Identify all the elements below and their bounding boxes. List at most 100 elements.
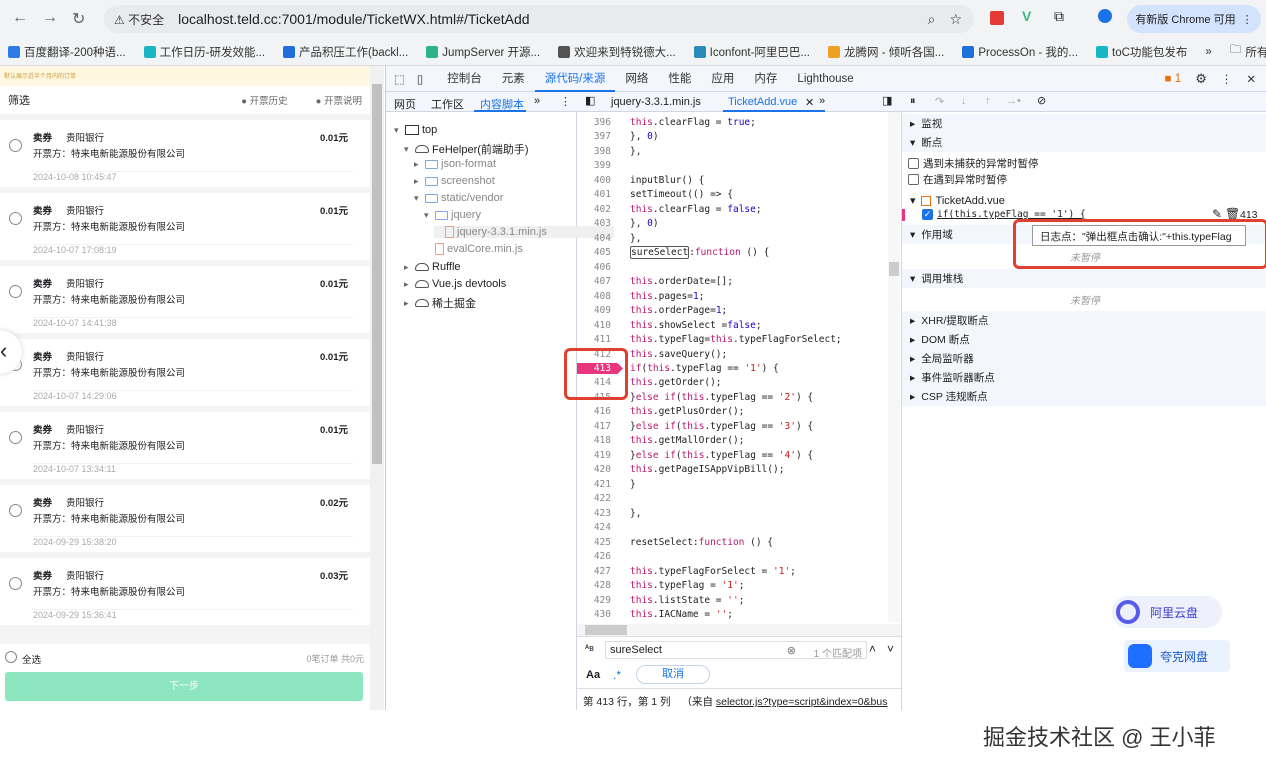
more-icon[interactable]: ⋮ — [1221, 72, 1233, 86]
tree-item[interactable]: ▸ screenshot — [414, 175, 495, 187]
step-out-icon[interactable]: ↑ — [985, 95, 991, 107]
line-number[interactable]: 416 — [577, 406, 611, 417]
address-bar[interactable]: ⚠ 不安全 localhost.teld.cc:7001/module/Tick… — [104, 5, 974, 33]
line-number[interactable]: 426 — [577, 551, 611, 562]
tree-item[interactable]: ▸ Ruffle — [404, 261, 461, 273]
forward-icon[interactable]: → — [42, 9, 58, 27]
order-radio[interactable] — [9, 504, 22, 517]
horizontal-scrollbar[interactable] — [577, 624, 901, 636]
file-tab-ticketadd[interactable]: TicketAdd.vue — [728, 96, 797, 108]
section-event-listeners[interactable]: ▸ 事件监听器断点 — [902, 368, 1266, 387]
extensions-icon[interactable]: ⧉ — [1054, 8, 1064, 25]
bookmark-item[interactable]: Iconfont-阿里巴巴... — [693, 44, 810, 60]
expand-arrow-icon[interactable]: ▾ — [414, 193, 422, 204]
reload-icon[interactable]: ↻ — [72, 9, 85, 29]
section-csp[interactable]: ▸ CSP 违规断点 — [902, 387, 1266, 406]
bookmark-item[interactable]: 产品积压工作(backl... — [283, 44, 408, 60]
devtools-tab[interactable]: 源代码/来源 — [534, 66, 616, 92]
order-item[interactable]: 卖券 贵阳银行 开票方：特来电新能源股份有限公司 0.02元 2024-09-29… — [0, 485, 370, 552]
breakpoint-file-group[interactable]: ▾ TicketAdd.vue — [910, 194, 1005, 208]
line-number[interactable]: 425 — [577, 537, 611, 548]
back-icon[interactable]: ← — [12, 9, 28, 27]
pause-icon[interactable]: ⏸ — [910, 95, 916, 108]
zoom-search-icon[interactable]: ⌕ — [928, 11, 936, 28]
order-item[interactable]: 卖券 贵阳银行 开票方：特来电新能源股份有限公司 0.01元 2024-10-07… — [0, 193, 370, 260]
expand-arrow-icon[interactable]: ▸ — [404, 262, 412, 273]
insecure-badge[interactable]: ⚠ 不安全 — [114, 11, 164, 28]
menu-icon[interactable]: ⋮ — [1242, 13, 1253, 26]
order-item[interactable]: 卖券 贵阳银行 开票方：特来电新能源股份有限公司 0.01元 2024-10-07… — [0, 339, 370, 406]
chrome-update-button[interactable]: 有新版 Chrome 可用 ⋮ — [1127, 5, 1261, 33]
order-radio[interactable] — [9, 431, 22, 444]
devtools-tab[interactable]: 元素 — [492, 66, 535, 92]
line-number[interactable]: 428 — [577, 580, 611, 591]
source-link[interactable]: selector.js?type=script&index=0&bus — [716, 696, 888, 708]
app-scrollbar[interactable] — [370, 66, 384, 710]
line-number[interactable]: 408 — [577, 291, 611, 302]
explain-link[interactable]: ● 开票说明 — [316, 93, 362, 107]
settings-gear-icon[interactable]: ⚙ — [1195, 71, 1207, 87]
match-case-button[interactable]: Aa — [586, 669, 600, 681]
nav-tab-page[interactable]: 网页 — [394, 96, 416, 112]
all-bookmarks[interactable]: 🗀所有书签 — [1230, 42, 1266, 61]
tree-item[interactable]: ▸ 稀土掘金 — [404, 295, 476, 311]
search-input[interactable]: sureSelect ⊗ 1 个匹配项 — [605, 641, 867, 660]
line-number[interactable]: 407 — [577, 276, 611, 287]
line-number[interactable]: 420 — [577, 464, 611, 475]
devtools-tab[interactable]: Lighthouse — [787, 66, 863, 92]
line-number[interactable]: 421 — [577, 479, 611, 490]
order-item[interactable]: 卖券 贵阳银行 开票方：特来电新能源股份有限公司 0.01元 2024-10-08… — [0, 120, 370, 187]
line-number[interactable]: 406 — [577, 262, 611, 273]
order-item[interactable]: 卖券 贵阳银行 开票方：特来电新能源股份有限公司 0.03元 2024-09-29… — [0, 558, 370, 625]
tree-item[interactable]: ▸ json-format — [414, 158, 496, 170]
device-toggle-icon[interactable]: ▯ — [413, 72, 437, 86]
line-number[interactable]: 418 — [577, 435, 611, 446]
previous-match-icon[interactable]: ˄ — [869, 642, 876, 656]
quark-drive-widget[interactable]: 夸克网盘 — [1124, 640, 1230, 672]
aliyun-drive-widget[interactable]: 阿里云盘 — [1112, 596, 1222, 628]
order-radio[interactable] — [9, 139, 22, 152]
line-number[interactable]: 398 — [577, 146, 611, 157]
line-number[interactable]: 405 — [577, 247, 611, 258]
line-number[interactable]: 402 — [577, 204, 611, 215]
bookmark-item[interactable]: 百度翻译-200种语... — [8, 44, 126, 60]
line-number[interactable]: 424 — [577, 522, 611, 533]
editor-scrollbar[interactable] — [888, 112, 900, 622]
order-radio[interactable] — [9, 577, 22, 590]
clear-search-icon[interactable]: ⊗ — [787, 644, 796, 657]
file-tab-jquery[interactable]: jquery-3.3.1.min.js — [611, 96, 701, 108]
line-number[interactable]: 396 — [577, 117, 611, 128]
expand-arrow-icon[interactable]: ▾ — [404, 144, 412, 155]
line-number[interactable]: 404 — [577, 233, 611, 244]
issues-badge[interactable]: ■ 1 — [1165, 73, 1182, 85]
line-number[interactable]: 409 — [577, 305, 611, 316]
profile-avatar[interactable] — [1098, 9, 1112, 23]
pause-caught-checkbox[interactable]: 在遇到异常时暂停 — [908, 172, 1007, 187]
select-all-radio[interactable] — [5, 651, 17, 663]
line-number[interactable]: 422 — [577, 493, 611, 504]
close-file-icon[interactable]: ✕ — [805, 96, 814, 109]
tree-item[interactable]: ▸ Vue.js devtools — [404, 278, 506, 290]
line-number[interactable]: 430 — [577, 609, 611, 620]
tree-item[interactable]: ▾ static/vendor — [414, 192, 503, 204]
toggle-navigator-icon[interactable]: ◧ — [585, 94, 595, 107]
order-radio[interactable] — [9, 285, 22, 298]
toggle-debugger-icon[interactable]: ◨ — [882, 94, 892, 107]
section-callstack[interactable]: ▾ 调用堆栈 — [902, 269, 1266, 288]
expand-arrow-icon[interactable]: ▾ — [424, 210, 432, 221]
devtools-tab[interactable]: 内存 — [744, 66, 787, 92]
step-into-icon[interactable]: ↓ — [961, 95, 967, 107]
tree-item[interactable]: ▾ top — [394, 124, 437, 136]
bookmark-item[interactable]: JumpServer 开源... — [426, 44, 540, 60]
section-watch[interactable]: ▸ 监视 — [902, 114, 1266, 133]
expand-arrow-icon[interactable]: ▸ — [414, 159, 422, 170]
code-editor[interactable]: 396 this.clearFlag = true; 397}, 0) 398}, 39… — [577, 112, 901, 710]
line-number[interactable]: 419 — [577, 450, 611, 461]
line-number[interactable]: 400 — [577, 175, 611, 186]
inspect-icon[interactable]: ⬚ — [386, 72, 413, 86]
next-match-icon[interactable]: ˅ — [887, 642, 894, 656]
order-item[interactable]: 卖券 贵阳银行 开票方：特来电新能源股份有限公司 0.01元 2024-10-07… — [0, 266, 370, 333]
step-icon[interactable]: →• — [1006, 95, 1021, 107]
section-xhr[interactable]: ▸ XHR/提取断点 — [902, 311, 1266, 330]
deactivate-breakpoints-icon[interactable]: ⊘ — [1037, 94, 1046, 107]
